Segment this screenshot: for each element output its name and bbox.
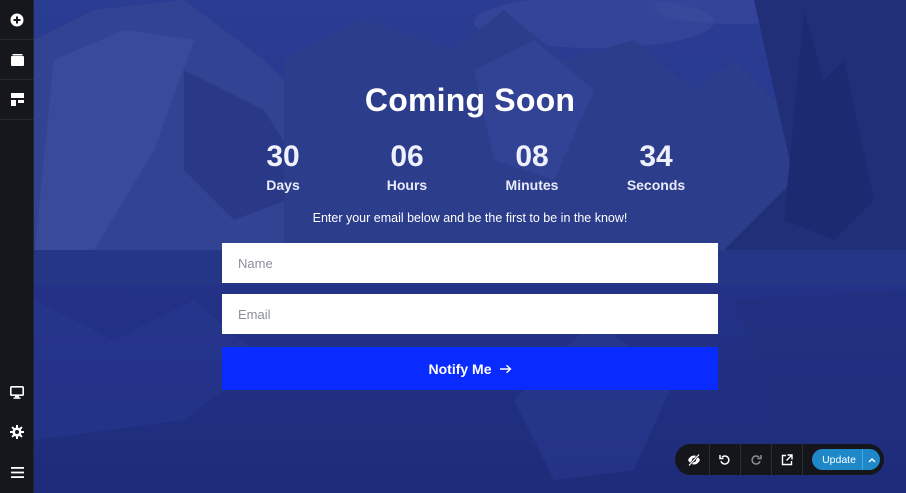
settings-icon[interactable] [0, 412, 34, 452]
add-icon[interactable] [0, 0, 34, 40]
editor-toolbar: Update [675, 444, 884, 475]
menu-icon[interactable] [0, 452, 34, 492]
arrow-right-icon [499, 364, 512, 373]
hide-icon[interactable] [679, 444, 710, 475]
countdown-label: Hours [386, 177, 428, 193]
email-input[interactable] [222, 294, 718, 334]
editor-canvas: Coming Soon 30 Days 06 Hours 08 Minutes … [0, 0, 906, 493]
blocks-icon[interactable] [0, 80, 34, 120]
notify-me-button[interactable]: Notify Me [222, 347, 718, 390]
countdown-label: Minutes [505, 177, 559, 193]
external-link-icon[interactable] [772, 444, 803, 475]
undo-icon[interactable] [710, 444, 741, 475]
signup-tagline: Enter your email below and be the first … [312, 211, 628, 225]
desktop-preview-icon[interactable] [0, 372, 34, 412]
layout-icon[interactable] [0, 40, 34, 80]
countdown-label: Days [266, 177, 300, 193]
countdown-value: 06 [390, 140, 424, 173]
countdown-hours: 06 Hours [352, 138, 462, 194]
countdown-value: 30 [266, 140, 300, 173]
countdown-value: 34 [639, 140, 673, 173]
countdown-minutes: 08 Minutes [477, 138, 587, 194]
notify-me-label: Notify Me [428, 360, 492, 377]
update-button[interactable]: Update [812, 449, 880, 470]
name-input[interactable] [222, 243, 718, 283]
editor-sidebar [0, 0, 34, 493]
countdown-seconds: 34 Seconds [601, 138, 711, 194]
countdown-value: 08 [515, 140, 549, 173]
redo-icon[interactable] [741, 444, 772, 475]
countdown-label: Seconds [626, 177, 686, 193]
countdown-days: 30 Days [228, 138, 338, 194]
page-title: Coming Soon [364, 82, 576, 118]
coming-soon-page: Coming Soon 30 Days 06 Hours 08 Minutes … [34, 0, 906, 493]
update-label: Update [822, 453, 856, 466]
chevron-up-icon[interactable] [862, 449, 880, 470]
